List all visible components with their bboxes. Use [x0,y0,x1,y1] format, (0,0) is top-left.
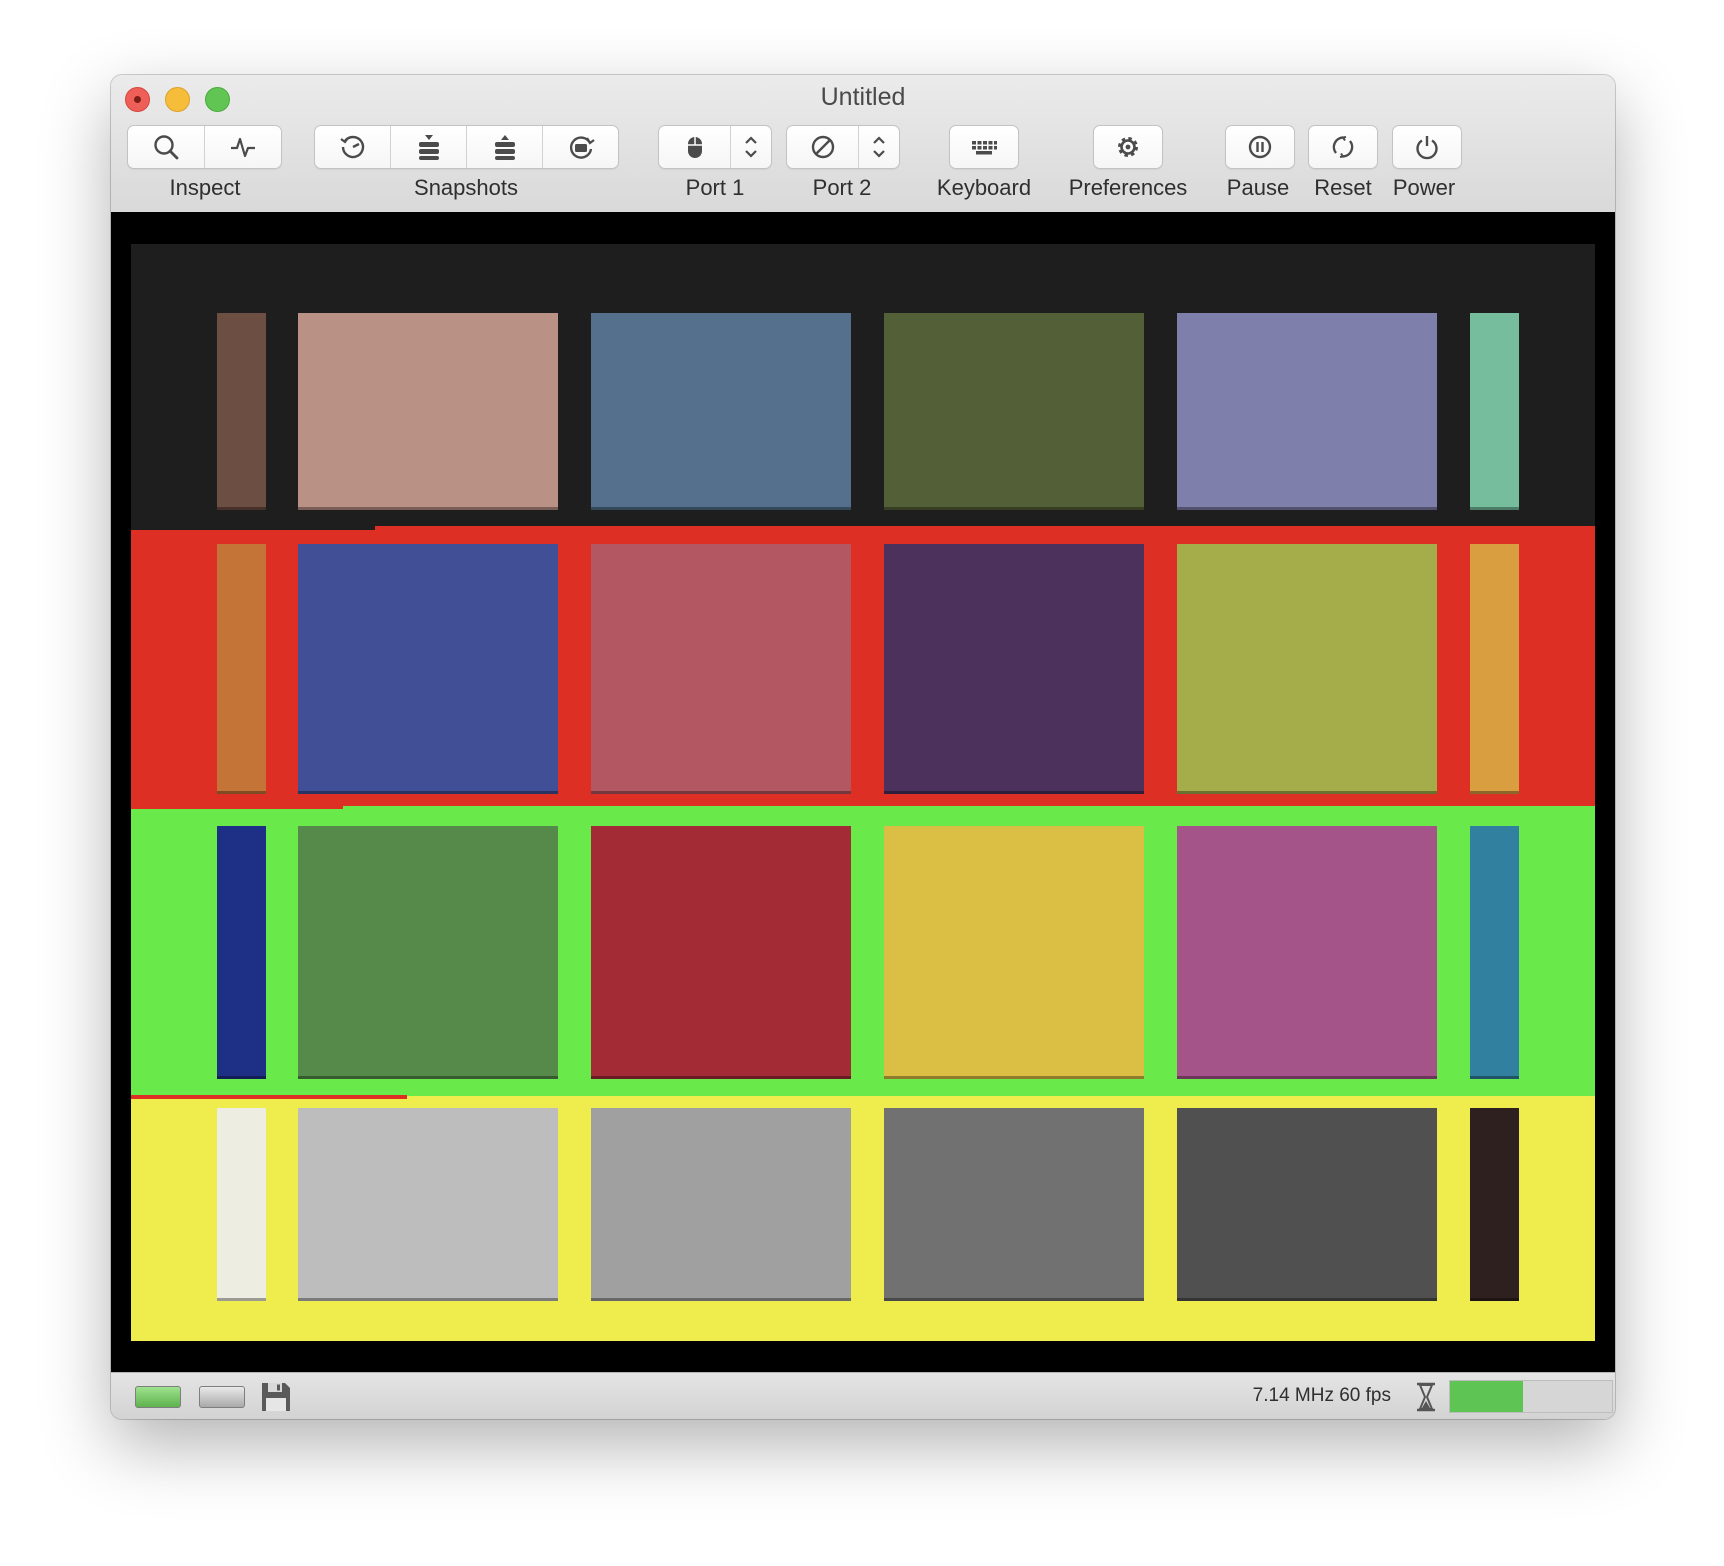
monitor-button[interactable] [205,126,281,168]
color-tile [298,1108,558,1301]
window-title: Untitled [820,83,906,111]
emulator-display-border [111,212,1615,1372]
color-tile [884,544,1144,794]
no-device-icon [811,135,834,159]
port1-device[interactable] [659,126,731,168]
status-bar: 7.14 MHz 60 fps [111,1372,1615,1419]
raster-line [131,526,375,530]
preferences-label: Preferences [1068,175,1188,200]
port2-label: Port 2 [812,175,872,200]
auto-snapshot-button[interactable] [315,126,391,168]
chevron-updown-icon [745,136,757,158]
pause-label: Pause [1226,175,1290,200]
stack-down-icon [418,135,439,160]
pause-button[interactable] [1225,125,1295,169]
color-tile [298,826,558,1079]
keyboard-icon [972,141,997,155]
inspector-button[interactable] [128,126,205,168]
hourglass-icon[interactable] [1414,1382,1438,1412]
power-label: Power [1392,175,1456,200]
preferences-button-face[interactable] [1094,126,1162,168]
color-tile [591,544,851,794]
port2-device[interactable] [787,126,859,168]
color-tile [1470,1108,1519,1301]
inspect-group [127,125,282,169]
mouse-icon [687,137,702,158]
drive-df0-led[interactable] [135,1386,181,1408]
chevron-updown-icon [873,136,885,158]
titlebar: Untitled Inspect Snapshots Port 1 Port 2… [111,75,1615,213]
port1-selector[interactable] [658,125,772,169]
color-tile [217,313,266,510]
keyboard-button[interactable] [949,125,1019,169]
port2-stepper[interactable] [859,126,899,168]
color-tile [884,313,1144,510]
inspect-label: Inspect [169,175,241,200]
reset-icon [1332,136,1354,158]
take-snapshot-button[interactable] [391,126,467,168]
waveform-icon [231,137,255,158]
cpu-load-meter [1449,1380,1613,1413]
port1-stepper[interactable] [731,126,771,168]
emulator-screen[interactable] [131,244,1595,1341]
color-tile [298,313,558,510]
stack-up-icon [494,135,515,160]
power-icon [1416,136,1438,160]
color-tile [298,544,558,794]
color-tile [217,1108,266,1301]
color-tile [217,544,266,794]
color-tile [1177,313,1437,510]
power-button[interactable] [1392,125,1462,169]
raster-line [131,805,343,809]
pause-button-face[interactable] [1226,126,1294,168]
color-tile [1470,313,1519,510]
snapshots-group [314,125,619,169]
raster-line [131,1095,407,1099]
color-tile [884,826,1144,1079]
keyboard-button-face[interactable] [950,126,1018,168]
color-tile [591,1108,851,1301]
gear-icon [1118,137,1138,157]
keyboard-label: Keyboard [936,175,1032,200]
color-tile [591,826,851,1079]
color-tile [1177,544,1437,794]
snapshot-browser-icon [569,136,595,159]
color-tile [217,826,266,1079]
color-tile [1470,544,1519,794]
pause-icon [1248,135,1272,159]
preferences-button[interactable] [1093,125,1163,169]
color-tile [591,313,851,510]
speed-readout: 7.14 MHz 60 fps [1252,1385,1391,1406]
drive-df1-led[interactable] [199,1386,245,1408]
browse-snapshots-button[interactable] [543,126,618,168]
power-button-face[interactable] [1393,126,1461,168]
color-tile [1177,826,1437,1079]
color-tile [1470,826,1519,1079]
floppy-disk-icon[interactable] [260,1381,292,1413]
clock-rewind-icon [339,135,364,159]
reset-button-face[interactable] [1309,126,1377,168]
restore-snapshot-button[interactable] [467,126,543,168]
port2-selector[interactable] [786,125,900,169]
reset-label: Reset [1314,175,1372,200]
snapshots-label: Snapshots [414,175,518,200]
reset-button[interactable] [1308,125,1378,169]
magnifier-icon [154,135,179,160]
cpu-load-fill [1450,1381,1523,1412]
color-tile [1177,1108,1437,1301]
emulator-window: Untitled Inspect Snapshots Port 1 Port 2… [111,75,1615,1419]
port1-label: Port 1 [685,175,745,200]
color-tile [884,1108,1144,1301]
